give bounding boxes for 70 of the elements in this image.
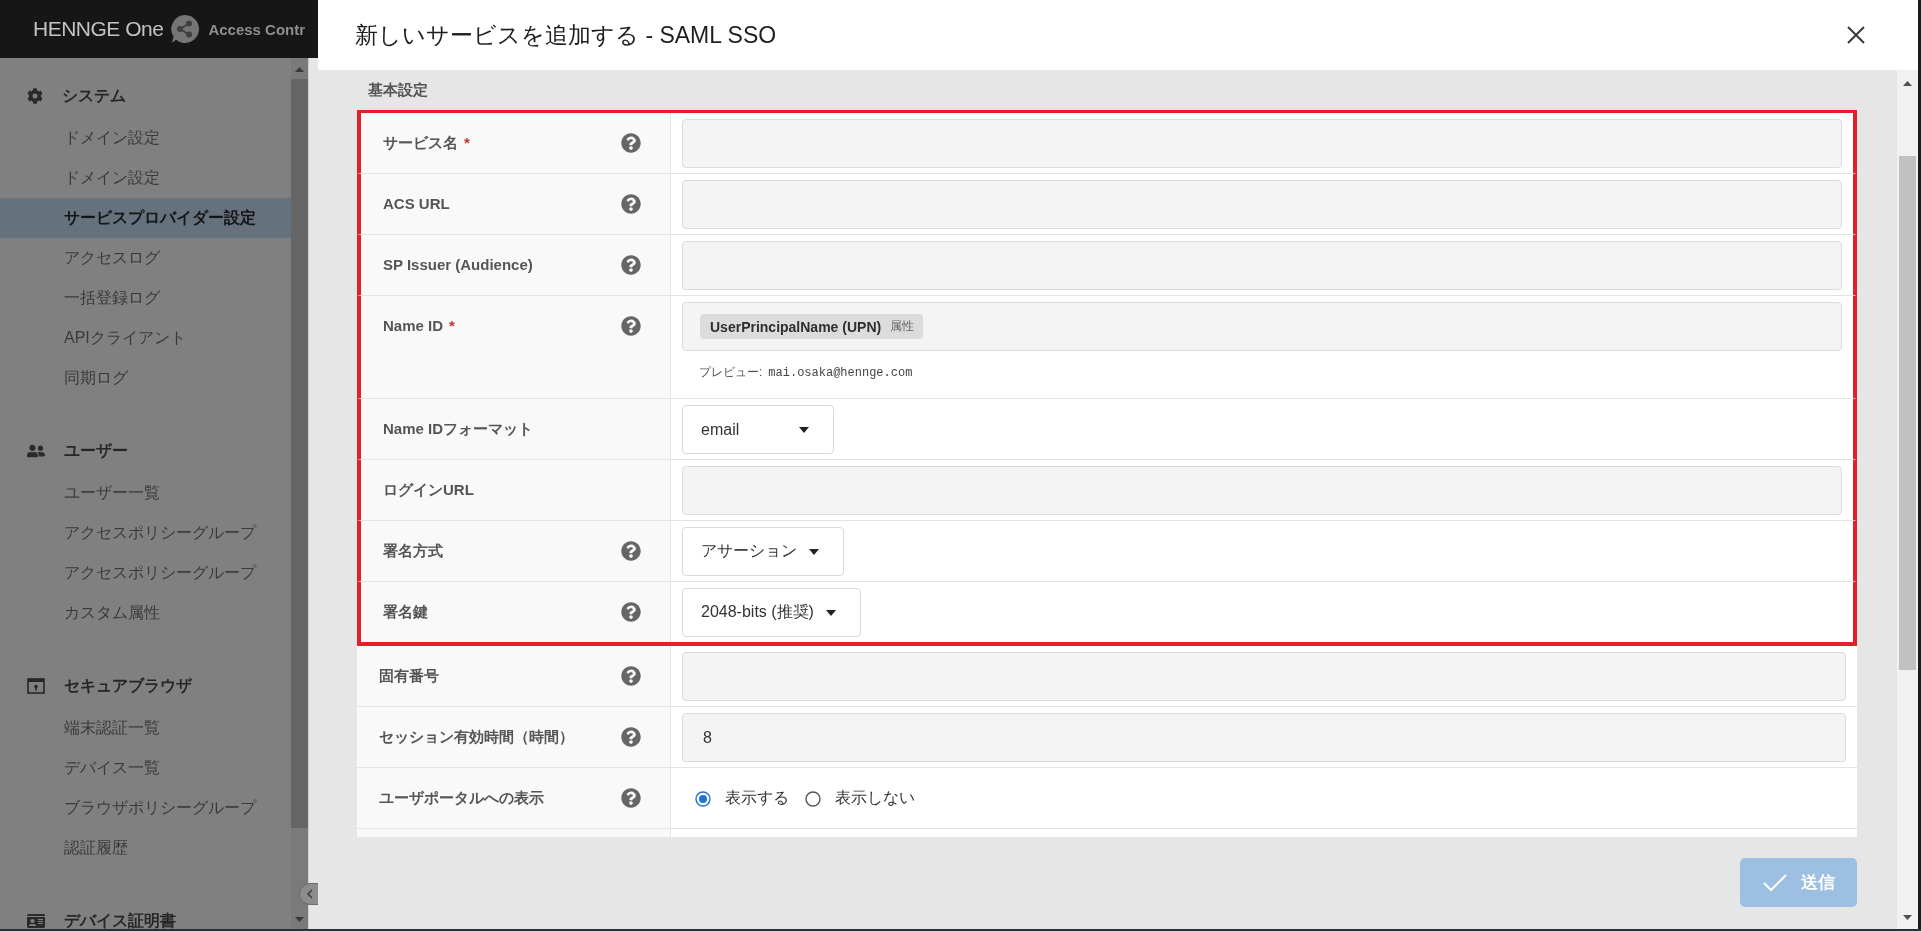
help-icon[interactable] (621, 316, 641, 336)
text-input[interactable] (682, 241, 1842, 290)
text-input[interactable] (682, 652, 1846, 701)
nav-item[interactable]: アクセスログ (0, 238, 291, 278)
help-icon[interactable] (621, 788, 641, 808)
field-label: Name IDフォーマット (383, 419, 534, 439)
radio-option[interactable]: 表示しない (805, 788, 915, 809)
nav-item[interactable]: サービスプロバイダー設定 (0, 198, 291, 238)
close-icon (1847, 26, 1865, 44)
help-icon[interactable] (621, 133, 641, 153)
help-icon[interactable] (621, 194, 641, 214)
text-input[interactable] (682, 466, 1842, 515)
dialog-title: 新しいサービスを追加する - SAML SSO (355, 20, 777, 50)
scroll-down-icon[interactable] (1903, 915, 1912, 920)
nav-item[interactable]: アクセスポリシーグループ (0, 553, 291, 593)
logo-icon (170, 14, 201, 44)
preview-value: mai.osaka@hennge.com (768, 365, 913, 382)
text-input[interactable]: 8 (682, 713, 1846, 762)
nav-item[interactable]: ドメイン設定 (0, 158, 291, 198)
help-icon[interactable] (621, 255, 641, 275)
required-mark: * (449, 316, 455, 336)
nav-item[interactable]: 認証履歴 (0, 828, 291, 868)
help-icon[interactable] (621, 541, 641, 561)
gear-icon (27, 88, 43, 104)
caret-down-icon (809, 548, 819, 555)
nav-section-title: セキュアブラウザ (64, 675, 192, 696)
nav-item[interactable]: APIクライアント (0, 318, 291, 358)
text-input[interactable] (682, 180, 1842, 229)
nav-item[interactable]: 同期ログ (0, 358, 291, 398)
select-dropdown[interactable]: 2048-bits (推奨) (682, 588, 861, 637)
nav-item[interactable]: カスタム属性 (0, 593, 291, 633)
field-label: サービス名 (383, 133, 458, 153)
caret-down-icon (825, 609, 836, 616)
product-name: Access Contr (208, 20, 306, 38)
tag-name: UserPrincipalName (UPN) (710, 318, 882, 335)
nav-section-title: ユーザー (64, 440, 128, 461)
tag-input-field[interactable]: UserPrincipalName (UPN) 属性 (682, 302, 1842, 351)
help-icon[interactable] (621, 602, 641, 622)
help-icon[interactable] (621, 727, 641, 747)
tag-type-label: 属性 (890, 318, 915, 335)
nav-section-title: デバイス証明書 (64, 910, 176, 929)
nav-item[interactable]: アクセスポリシーグループ (0, 513, 291, 553)
help-icon[interactable] (621, 666, 641, 686)
select-dropdown[interactable]: email (682, 405, 834, 454)
field-label: 署名鍵 (383, 602, 428, 622)
field-label: 固有番号 (379, 666, 439, 686)
field-label: ACS URL (383, 194, 450, 214)
scroll-up-icon[interactable] (1903, 81, 1912, 86)
field-label: 署名方式 (383, 541, 443, 561)
logo-text: HENNGE One (33, 17, 164, 41)
nav-section-title: システム (62, 85, 126, 106)
field-label: SP Issuer (Audience) (383, 255, 533, 275)
nav-item[interactable]: ドメイン設定 (0, 118, 291, 158)
radio-option[interactable]: 表示する (695, 788, 789, 809)
browser-window-icon (27, 678, 45, 694)
field-label: ログインURL (383, 480, 474, 500)
nav-item[interactable]: ブラウザポリシーグループ (0, 788, 291, 828)
field-label: Name ID (383, 316, 444, 336)
scrollbar-thumb[interactable] (1899, 156, 1916, 670)
check-icon (1762, 872, 1787, 893)
preview-label: プレビュー: (699, 364, 763, 381)
field-label: ユーザポータルへの表示 (379, 788, 544, 808)
required-mark: * (464, 133, 470, 153)
text-input[interactable] (682, 119, 1842, 168)
users-icon (27, 442, 45, 460)
select-dropdown[interactable]: アサーション (682, 527, 844, 576)
section-title: 基本設定 (367, 79, 429, 100)
chevron-left-icon (307, 889, 313, 899)
caret-down-icon (799, 426, 809, 433)
field-label: セッション有効時間（時間） (379, 727, 574, 747)
